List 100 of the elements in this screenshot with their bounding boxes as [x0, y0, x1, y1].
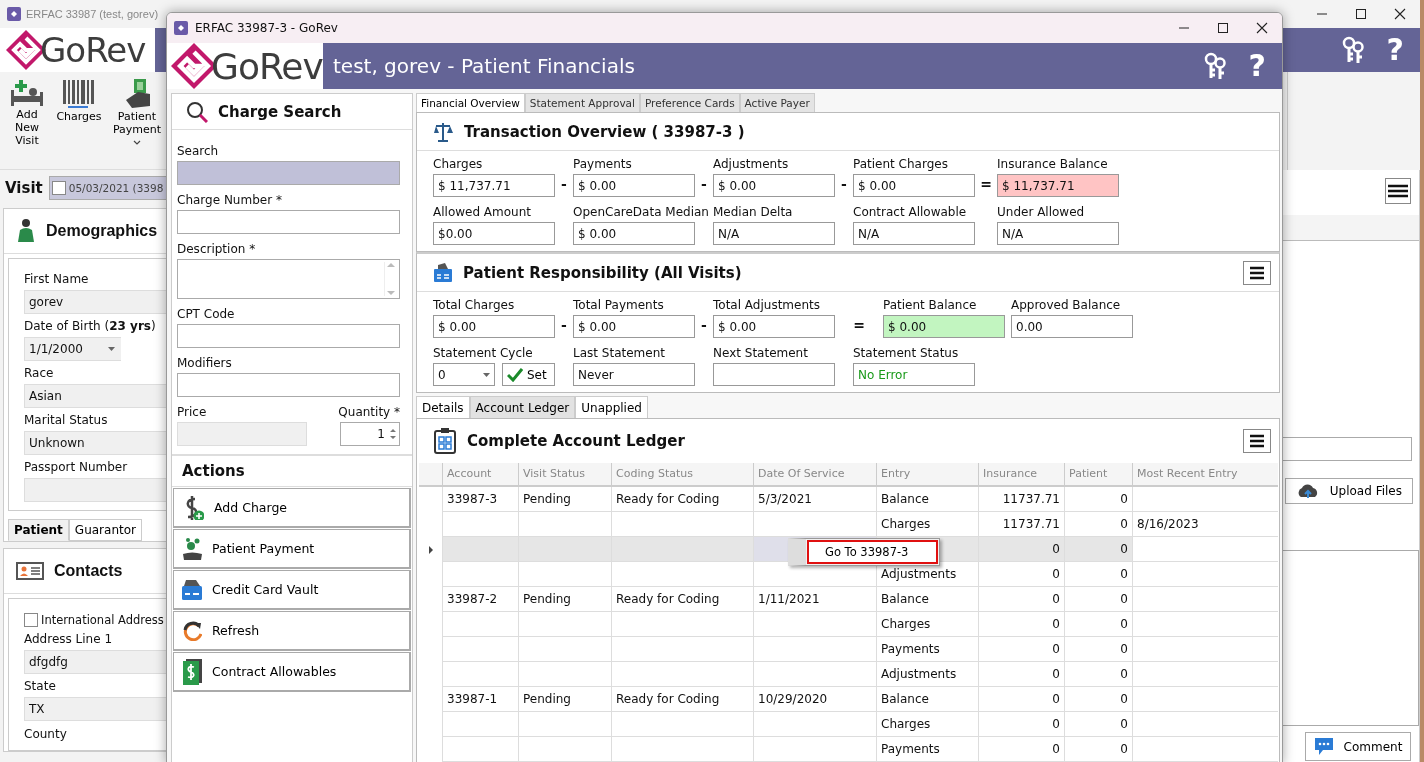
field-label: Modifiers	[177, 356, 232, 371]
tab[interactable]: Details	[416, 396, 470, 418]
tab[interactable]: Account Ledger	[469, 396, 576, 418]
text-area[interactable]	[177, 259, 400, 299]
input-field[interactable]: N/A	[853, 222, 975, 245]
input-field[interactable]: Asian	[24, 384, 166, 408]
input-field[interactable]	[713, 363, 835, 386]
checkbox-label: International Address	[41, 613, 164, 627]
close-icon[interactable]	[1256, 22, 1268, 34]
input-field[interactable]: N/A	[997, 222, 1119, 245]
set-button[interactable]: Set	[502, 363, 555, 386]
field-label: Next Statement	[713, 346, 808, 361]
tab[interactable]: Unapplied	[575, 396, 648, 418]
input-field[interactable]	[177, 324, 400, 348]
table-cell: 0	[978, 712, 1064, 737]
tab[interactable]: Financial Overview	[416, 93, 525, 112]
upload-button[interactable]: Upload Files	[1284, 478, 1413, 504]
field-label: Race	[24, 366, 54, 381]
table-cell: 0	[978, 737, 1064, 762]
field-label: Insurance Balance	[997, 157, 1108, 172]
tab[interactable]: Preference Cards	[639, 93, 740, 112]
menu-button[interactable]	[1243, 260, 1271, 285]
input-field[interactable]: gorev	[24, 290, 166, 314]
menu-icon	[1250, 434, 1264, 448]
input-field[interactable]: $ 0.00	[713, 174, 835, 197]
help-icon[interactable]: ?	[1386, 35, 1404, 65]
toolbar-button[interactable]: Add New Visit	[4, 78, 50, 169]
table-cell: 0	[978, 612, 1064, 637]
tab[interactable]: Active Payer	[739, 93, 815, 112]
input-field[interactable]: $0.00	[433, 222, 555, 245]
input-field[interactable]: $ 0.00	[853, 174, 975, 197]
input-field[interactable]: $ 0.00	[713, 315, 835, 338]
search-field[interactable]	[177, 161, 400, 185]
table-cell: Ready for Coding	[611, 687, 753, 712]
tab[interactable]: Guarantor	[68, 519, 142, 541]
input-field[interactable]	[177, 210, 400, 234]
table-cell: 5/3/2021	[753, 487, 876, 512]
tab[interactable]: Statement Approval	[524, 93, 640, 112]
input-field[interactable]: $ 11,737.71	[433, 174, 555, 197]
toolbar-button[interactable]: Patient Payment	[108, 78, 166, 169]
action-button[interactable]: Contract Allowables	[173, 652, 411, 692]
table-cell: 0	[978, 637, 1064, 662]
field-label: Total Payments	[573, 298, 664, 313]
field-label: Quantity *	[338, 405, 400, 420]
field-label: Statement Status	[853, 346, 959, 361]
field-label: Patient Charges	[853, 157, 948, 172]
input-field[interactable]: $ 0.00	[883, 315, 1005, 338]
operator: =	[979, 175, 993, 194]
contact-card-icon	[16, 561, 44, 581]
close-icon[interactable]	[1394, 8, 1406, 20]
table-cell: Pending	[518, 487, 611, 512]
input-field[interactable]: No Error	[853, 363, 975, 386]
tab[interactable]: Patient	[8, 519, 69, 541]
action-button[interactable]: Refresh	[173, 611, 411, 651]
field-label: State	[24, 679, 56, 694]
action-button[interactable]: Add Charge	[173, 488, 411, 528]
input-field[interactable]: 0.00	[1011, 315, 1133, 338]
action-button[interactable]: Patient Payment	[173, 529, 411, 569]
toolbar-button[interactable]: Charges	[56, 78, 102, 169]
date-field[interactable]: 1/1/2000	[24, 337, 121, 361]
spinner-icon	[390, 428, 396, 440]
visit-field[interactable]: 05/03/2021 (3398	[48, 176, 166, 200]
table-cell: 33987-3	[442, 487, 518, 512]
number-field[interactable]: 1	[340, 422, 400, 446]
checkbox[interactable]	[24, 613, 38, 627]
caret-icon	[133, 139, 141, 146]
header-title: test, gorev - Patient Financials	[332, 54, 635, 78]
table-cell: 0	[1064, 612, 1132, 637]
dropdown-field[interactable]: Unknown	[24, 431, 166, 455]
menu-button[interactable]	[1243, 429, 1271, 453]
table-cell: Pending	[518, 687, 611, 712]
input-field[interactable]	[177, 373, 400, 397]
action-button[interactable]: Credit Card Vault	[173, 570, 411, 610]
menu-item[interactable]: Go To 33987-3	[807, 540, 939, 564]
input-field[interactable]: $ 0.00	[573, 174, 695, 197]
input-field[interactable]: $ 0.00	[573, 315, 695, 338]
operator: -	[560, 316, 568, 335]
keys-icon[interactable]	[1202, 52, 1227, 80]
input-field[interactable]	[1281, 437, 1412, 461]
dropdown-caret-icon	[483, 372, 490, 377]
dropdown-field[interactable]: 0	[433, 363, 495, 386]
menu-button[interactable]	[1385, 178, 1411, 204]
input-field[interactable]: dfgdfg	[24, 650, 166, 674]
panel-title: Transaction Overview ( 33987-3 )	[464, 122, 745, 141]
maximize-icon[interactable]	[1355, 8, 1367, 20]
hand-coins-icon	[182, 537, 202, 560]
help-icon[interactable]: ?	[1248, 51, 1266, 81]
table-cell: 33987-1	[442, 687, 518, 712]
table-cell: 11737.71	[978, 487, 1064, 512]
panel-title: Patient Responsibility (All Visits)	[463, 263, 742, 282]
input-field[interactable]: Never	[573, 363, 695, 386]
input-field[interactable]: $ 11,737.71	[997, 174, 1119, 197]
input-field[interactable]: $ 0.00	[573, 222, 695, 245]
maximize-icon[interactable]	[1217, 22, 1229, 34]
keys-icon[interactable]	[1340, 36, 1365, 64]
checkbox[interactable]	[51, 181, 66, 195]
input-field[interactable]: $ 0.00	[433, 315, 555, 338]
comment-button[interactable]: Comment	[1305, 732, 1411, 761]
input-field[interactable]: TX	[24, 697, 166, 721]
input-field[interactable]: N/A	[713, 222, 835, 245]
